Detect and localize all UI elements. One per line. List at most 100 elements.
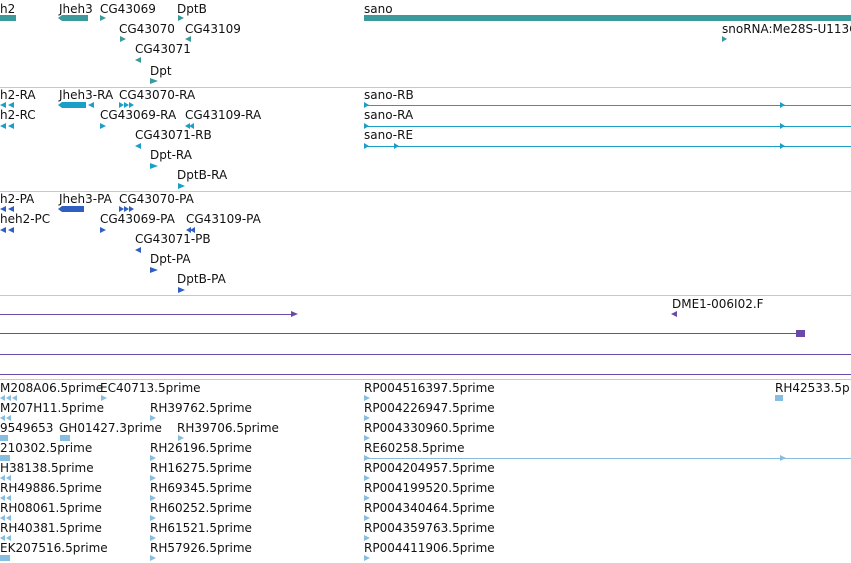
est-label[interactable]: RP004340464.5prime [364,501,495,515]
gene-label-cg43069[interactable]: CG43069 [100,2,156,16]
est-label[interactable]: RH39762.5prime [150,401,252,415]
transcript-feature-sano-re[interactable] [364,146,851,147]
transcript-feature-sano-rb[interactable] [364,105,851,106]
protein-label-cg43109-pa[interactable]: CG43109-PA [186,212,261,226]
est-feature[interactable] [364,458,851,459]
est-label[interactable]: RH40381.5prime [0,521,102,535]
protein-label-cg43071-pb[interactable]: CG43071-PB [135,232,211,246]
gene-label-cg43071[interactable]: CG43071 [135,42,191,56]
transcript-feature-jheh2-rc[interactable] [0,123,6,129]
transcript-label-jheh2-rc[interactable]: h2-RC [0,108,36,122]
protein-feature-jheh2-pc[interactable] [0,227,6,233]
gene-label-jheh2[interactable]: h2 [0,2,15,16]
est-feature[interactable] [364,555,370,561]
est-label[interactable]: RP004226947.5prime [364,401,495,415]
est-label[interactable]: H38138.5prime [0,461,94,475]
est-label[interactable]: RP004199520.5prime [364,481,495,495]
protein-feature-cg43069-pa[interactable] [100,227,106,233]
est-label[interactable]: RH69345.5prime [150,481,252,495]
protein-feature-cg43071-pb[interactable] [135,247,141,253]
gene-label-snorna[interactable]: snoRNA:Me28S-U113C [722,22,851,36]
gene-label-sano[interactable]: sano [364,2,393,16]
est-feature[interactable] [150,555,156,561]
est-label[interactable]: RH26196.5prime [150,441,252,455]
alignment-feature[interactable] [0,354,851,355]
protein-label-jheh2-pc[interactable]: heh2-PC [0,212,50,226]
transcript-feature-jheh3-ra[interactable] [62,102,86,108]
transcript-label-dptb-ra[interactable]: DptB-RA [177,168,227,182]
protein-feature-jheh3-pa[interactable] [62,206,84,212]
est-label[interactable]: RH60252.5prime [150,501,252,515]
gene-feature-jheh3[interactable] [62,15,88,21]
exon-right-icon [394,143,399,149]
transcript-feature-dpt-ra[interactable] [150,163,158,169]
transcript-label-sano-ra[interactable]: sano-RA [364,108,413,122]
est-feature[interactable] [0,555,10,561]
gene-feature-jheh2[interactable] [0,15,16,21]
protein-feature-dpt-pa[interactable] [150,267,158,273]
transcript-feature-cg43071-rb[interactable] [135,143,141,149]
est-label[interactable]: RE60258.5prime [364,441,465,455]
transcript-label-sano-re[interactable]: sano-RE [364,128,413,142]
est-label[interactable]: RP004411906.5prime [364,541,495,555]
gene-label-cg43070[interactable]: CG43070 [119,22,175,36]
alignment-feature[interactable] [0,314,292,315]
transcript-feature-dptb-ra[interactable] [178,183,185,189]
transcript-label-cg43071-rb[interactable]: CG43071-RB [135,128,212,142]
gene-label-dpt[interactable]: Dpt [150,64,172,78]
transcript-feature-cg43069-ra[interactable] [100,123,106,129]
transcript-label-jheh2-ra[interactable]: h2-RA [0,88,36,102]
est-label[interactable]: EC40713.5prime [100,381,201,395]
protein-label-jheh3-pa[interactable]: Jheh3-PA [59,192,112,206]
est-label[interactable]: RH08061.5prime [0,501,102,515]
alignment-feature-dme1[interactable] [671,311,677,317]
transcript-label-cg43109-ra[interactable]: CG43109-RA [185,108,261,122]
gene-feature-dpt[interactable] [150,78,158,84]
alignment-end-right-icon [291,311,298,317]
est-label[interactable]: 210302.5prime [0,441,92,455]
exon-right-icon [364,143,369,149]
alignment-feature[interactable] [0,374,851,375]
transcript-label-cg43069-ra[interactable]: CG43069-RA [100,108,176,122]
gene-feature-cg43071[interactable] [135,57,141,63]
gene-feature-snorna[interactable] [722,36,727,42]
transcript-label-cg43070-ra[interactable]: CG43070-RA [119,88,195,102]
est-label[interactable]: RH42533.5p [775,381,850,395]
protein-label-dptb-pa[interactable]: DptB-PA [177,272,226,286]
est-label[interactable]: RH39706.5prime [177,421,279,435]
protein-label-dpt-pa[interactable]: Dpt-PA [150,252,191,266]
est-label[interactable]: RH49886.5prime [0,481,102,495]
est-label[interactable]: RP004204957.5prime [364,461,495,475]
transcript-label-dpt-ra[interactable]: Dpt-RA [150,148,192,162]
gene-feature-sano[interactable] [364,15,851,21]
transcript-label-jheh3-ra[interactable]: Jheh3-RA [59,88,113,102]
protein-label-cg43069-pa[interactable]: CG43069-PA [100,212,175,226]
est-label[interactable]: RP004516397.5prime [364,381,495,395]
est-label[interactable]: GH01427.3prime [59,421,162,435]
est-feature[interactable] [775,395,783,401]
gene-feature-cg43069[interactable] [100,15,106,21]
transcript-label-sano-rb[interactable]: sano-RB [364,88,414,102]
est-label[interactable]: EK207516.5prime [0,541,108,555]
protein-feature-dptb-pa[interactable] [178,287,185,293]
transcript-feature-sano-ra[interactable] [364,126,851,127]
protein-label-jheh2-pa[interactable]: h2-PA [0,192,34,206]
est-label[interactable]: RH57926.5prime [150,541,252,555]
est-label[interactable]: RP004359763.5prime [364,521,495,535]
exon-right-icon [780,102,785,108]
gene-label-dptb[interactable]: DptB [177,2,207,16]
alignment-block[interactable] [796,330,805,337]
gene-label-jheh3[interactable]: Jheh3 [59,2,93,16]
est-label[interactable]: RP004330960.5prime [364,421,495,435]
gene-feature-dptb[interactable] [178,15,184,21]
alignment-feature[interactable] [0,333,796,334]
est-label[interactable]: M208A06.5prime [0,381,103,395]
est-label[interactable]: RH16275.5prime [150,461,252,475]
alignment-label-dme1[interactable]: DME1-006I02.F [672,297,764,311]
est-label[interactable]: 9549653 [0,421,53,435]
est-label[interactable]: M207H11.5prime [0,401,104,415]
est-label[interactable]: RH61521.5prime [150,521,252,535]
gene-feature-cg43070[interactable] [120,36,126,42]
protein-label-cg43070-pa[interactable]: CG43070-PA [119,192,194,206]
gene-label-cg43109[interactable]: CG43109 [185,22,241,36]
